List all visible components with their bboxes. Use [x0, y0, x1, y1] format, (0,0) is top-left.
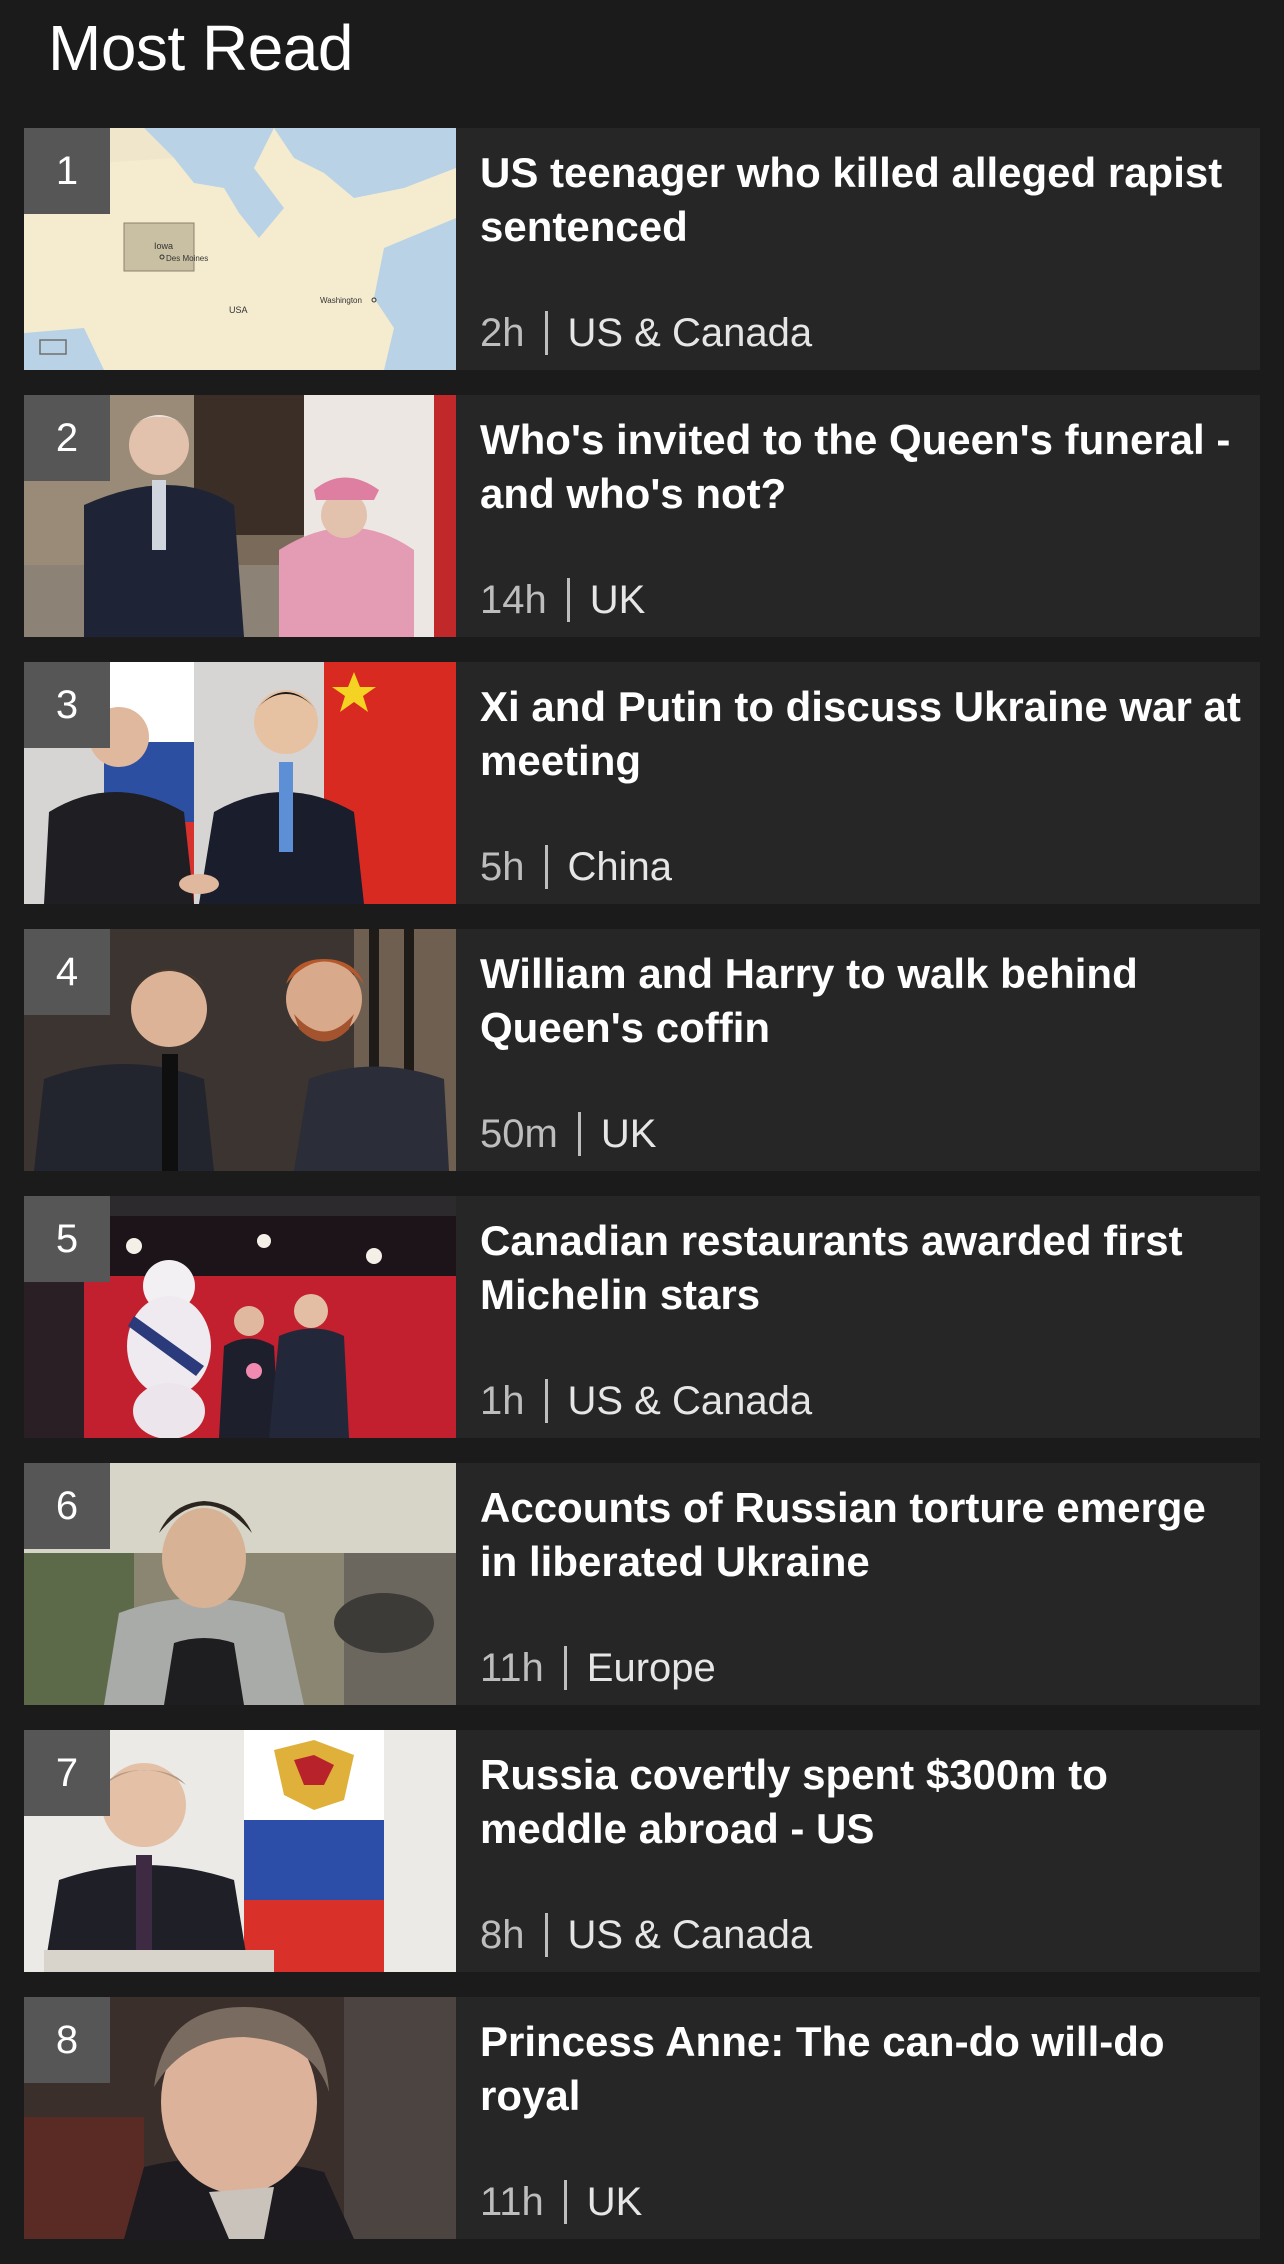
rank-badge: 6	[24, 1463, 110, 1549]
meta-divider	[544, 1379, 548, 1423]
article-topic[interactable]: US & Canada	[568, 308, 813, 358]
article-headline[interactable]: US teenager who killed alleged rapist se…	[480, 146, 1250, 254]
article-thumbnail-map[interactable]: Iowa Des Moines USA Washington 1	[24, 128, 456, 370]
article-meta: 11h Europe	[480, 1643, 716, 1693]
rank-badge: 2	[24, 395, 110, 481]
article-topic[interactable]: China	[568, 842, 673, 892]
article-thumbnail-photo[interactable]: 5	[24, 1196, 456, 1438]
article-card-1[interactable]: Iowa Des Moines USA Washington 1 US teen…	[24, 128, 1260, 370]
rank-badge: 1	[24, 128, 110, 214]
most-read-list: Iowa Des Moines USA Washington 1 US teen…	[24, 128, 1260, 2264]
article-time: 5h	[480, 845, 525, 889]
article-meta: 14h UK	[480, 575, 645, 625]
article-thumbnail-photo[interactable]: 8	[24, 1997, 456, 2239]
meta-divider	[563, 2180, 567, 2224]
article-topic[interactable]: UK	[587, 2177, 643, 2227]
meta-divider	[563, 1646, 567, 1690]
meta-divider	[577, 1112, 581, 1156]
article-card-4[interactable]: 4 William and Harry to walk behind Queen…	[24, 929, 1260, 1171]
rank-badge: 7	[24, 1730, 110, 1816]
article-meta: 5h China	[480, 842, 672, 892]
article-thumbnail-photo[interactable]: 4	[24, 929, 456, 1171]
article-meta: 2h US & Canada	[480, 308, 812, 358]
article-time: 1h	[480, 1379, 525, 1423]
article-card-7[interactable]: 7 Russia covertly spent $300m to meddle …	[24, 1730, 1260, 1972]
article-headline[interactable]: Who's invited to the Queen's funeral - a…	[480, 413, 1250, 521]
article-headline[interactable]: Russia covertly spent $300m to meddle ab…	[480, 1748, 1250, 1856]
article-topic[interactable]: US & Canada	[568, 1910, 813, 1960]
article-headline[interactable]: Princess Anne: The can-do will-do royal	[480, 2015, 1250, 2123]
article-thumbnail-photo[interactable]: 2	[24, 395, 456, 637]
map-label-capital: Washington	[320, 296, 362, 305]
map-label-country: USA	[229, 305, 248, 315]
article-card-6[interactable]: 6 Accounts of Russian torture emerge in …	[24, 1463, 1260, 1705]
article-headline[interactable]: Accounts of Russian torture emerge in li…	[480, 1481, 1250, 1589]
map-label-state: Iowa	[154, 241, 173, 251]
article-topic[interactable]: UK	[590, 575, 646, 625]
article-time: 2h	[480, 311, 525, 355]
article-topic[interactable]: Europe	[587, 1643, 716, 1693]
article-thumbnail-photo[interactable]: 7	[24, 1730, 456, 1972]
article-time: 11h	[480, 2180, 544, 2224]
article-meta: 50m UK	[480, 1109, 656, 1159]
rank-badge: 4	[24, 929, 110, 1015]
rank-badge: 5	[24, 1196, 110, 1282]
article-headline[interactable]: Xi and Putin to discuss Ukraine war at m…	[480, 680, 1250, 788]
article-meta: 11h UK	[480, 2177, 642, 2227]
article-card-5[interactable]: 5 Canadian restaurants awarded first Mic…	[24, 1196, 1260, 1438]
meta-divider	[566, 578, 570, 622]
article-thumbnail-photo[interactable]: 6	[24, 1463, 456, 1705]
article-thumbnail-photo[interactable]: 3	[24, 662, 456, 904]
article-time: 11h	[480, 1646, 544, 1690]
article-card-2[interactable]: 2 Who's invited to the Queen's funeral -…	[24, 395, 1260, 637]
article-meta: 8h US & Canada	[480, 1910, 812, 1960]
article-headline[interactable]: Canadian restaurants awarded first Miche…	[480, 1214, 1250, 1322]
meta-divider	[544, 1913, 548, 1957]
article-topic[interactable]: US & Canada	[568, 1376, 813, 1426]
rank-badge: 8	[24, 1997, 110, 2083]
article-meta: 1h US & Canada	[480, 1376, 812, 1426]
article-topic[interactable]: UK	[601, 1109, 657, 1159]
article-time: 14h	[480, 578, 547, 622]
rank-badge: 3	[24, 662, 110, 748]
section-title: Most Read	[48, 12, 353, 84]
meta-divider	[544, 845, 548, 889]
article-card-3[interactable]: 3 Xi and Putin to discuss Ukraine war at…	[24, 662, 1260, 904]
article-time: 8h	[480, 1913, 525, 1957]
article-time: 50m	[480, 1112, 558, 1156]
map-label-city: Des Moines	[166, 254, 208, 263]
article-headline[interactable]: William and Harry to walk behind Queen's…	[480, 947, 1250, 1055]
article-card-8[interactable]: 8 Princess Anne: The can-do will-do roya…	[24, 1997, 1260, 2239]
meta-divider	[544, 311, 548, 355]
